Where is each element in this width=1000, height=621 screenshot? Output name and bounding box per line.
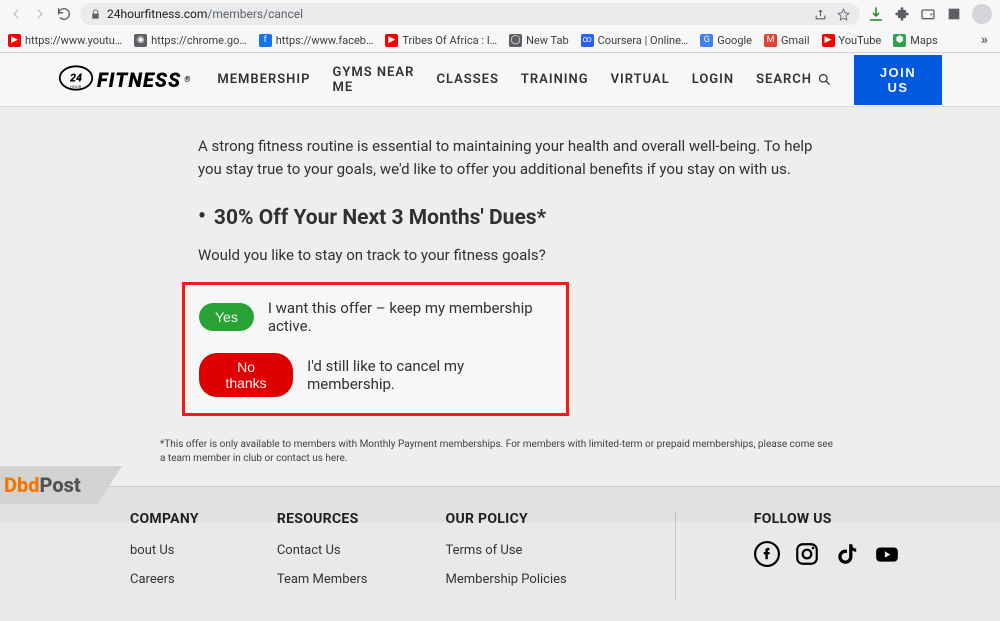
choice-row-no: No thanks I'd still like to cancel my me… xyxy=(199,353,552,397)
yes-button[interactable]: Yes xyxy=(199,303,254,331)
bookmark-item[interactable]: ∞ Coursera | Online… xyxy=(581,34,689,47)
offer-heading: •30% Off Your Next 3 Months' Dues* xyxy=(198,206,838,230)
svg-text:HOUR: HOUR xyxy=(70,84,82,88)
bookmark-favicon: ⬢ xyxy=(893,34,906,47)
bookmark-item[interactable]: ▶ YouTube xyxy=(822,34,882,47)
wallet-icon[interactable] xyxy=(920,6,936,22)
star-icon[interactable] xyxy=(837,8,850,21)
choice-box: Yes I want this offer – keep my membersh… xyxy=(182,282,569,416)
nav-search[interactable]: SEARCH xyxy=(756,72,832,87)
footer-link-terms[interactable]: Terms of Use xyxy=(446,543,567,558)
bookmark-label: YouTube xyxy=(839,34,882,47)
share-icon[interactable] xyxy=(814,8,827,21)
url-text: 24hourfitness.com/members/cancel xyxy=(107,7,303,21)
bookmark-label: Google xyxy=(717,34,752,47)
nav-login[interactable]: LOGIN xyxy=(692,72,734,87)
site-header: 24HOUR FITNESS® MEMBERSHIP GYMS NEAR ME … xyxy=(0,53,1000,107)
footer-link-team-members[interactable]: Team Members xyxy=(277,572,368,587)
site-logo[interactable]: 24HOUR FITNESS® xyxy=(58,64,191,96)
browser-chrome: 24hourfitness.com/members/cancel ▶ https:… xyxy=(0,0,1000,53)
footer-heading-resources: RESOURCES xyxy=(277,511,368,527)
tiktok-icon[interactable] xyxy=(834,541,860,567)
yes-description: I want this offer – keep my membership a… xyxy=(268,299,552,335)
reload-icon[interactable] xyxy=(56,6,72,22)
bookmark-favicon: ▶ xyxy=(8,34,21,47)
footer-link-membership-policies[interactable]: Membership Policies xyxy=(446,572,567,587)
svg-text:24: 24 xyxy=(69,71,82,84)
bookmark-label: Coursera | Online… xyxy=(598,34,689,47)
instagram-icon[interactable] xyxy=(794,541,820,567)
bookmarks-bar: ▶ https://www.youtu… ◉ https://chrome.go… fh… xyxy=(0,28,1000,52)
browser-toolbar: 24hourfitness.com/members/cancel xyxy=(0,0,1000,28)
bookmark-label: https://chrome.go… xyxy=(151,34,247,47)
download-icon[interactable] xyxy=(868,6,884,22)
nav-virtual[interactable]: VIRTUAL xyxy=(611,72,670,87)
bookmark-item[interactable]: ▶ Tribes Of Africa : I… xyxy=(385,34,497,47)
page-content: A strong fitness routine is essential to… xyxy=(0,107,1000,466)
nav-gyms-near-me[interactable]: GYMS NEAR ME xyxy=(332,65,414,95)
choice-row-yes: Yes I want this offer – keep my membersh… xyxy=(199,299,552,335)
social-icons xyxy=(754,541,900,567)
bookmark-favicon: ◉ xyxy=(134,34,147,47)
extensions-icon[interactable] xyxy=(894,6,910,22)
bookmark-favicon: ▶ xyxy=(385,34,398,47)
footer-col-follow: FOLLOW US xyxy=(754,511,900,601)
footer-col-company: COMPANY bout Us Careers xyxy=(130,511,199,601)
bookmark-item[interactable]: ⬢ Maps xyxy=(893,34,937,47)
disclaimer-text: *This offer is only available to members… xyxy=(160,438,840,466)
site-footer: COMPANY bout Us Careers RESOURCES Contac… xyxy=(0,486,1000,621)
address-bar[interactable]: 24hourfitness.com/members/cancel xyxy=(80,3,860,25)
bookmark-label: Tribes Of Africa : I… xyxy=(402,34,497,47)
bookmark-label: Gmail xyxy=(781,34,809,47)
youtube-icon[interactable] xyxy=(874,541,900,567)
logo-badge-icon: 24HOUR xyxy=(58,64,94,96)
facebook-icon[interactable] xyxy=(754,541,780,567)
bookmark-favicon: ▶ xyxy=(822,34,835,47)
intro-text: A strong fitness routine is essential to… xyxy=(198,135,838,182)
incognito-icon[interactable] xyxy=(946,6,962,22)
bookmark-label: https://www.youtu… xyxy=(25,34,122,47)
footer-col-resources: RESOURCES Contact Us Team Members xyxy=(277,511,368,601)
footer-link-contact-us[interactable]: Contact Us xyxy=(277,543,368,558)
prompt-text: Would you like to stay on track to your … xyxy=(198,246,838,264)
bookmark-item[interactable]: ◉ https://chrome.go… xyxy=(134,34,247,47)
forward-icon[interactable] xyxy=(32,6,48,22)
bookmarks-overflow[interactable]: » xyxy=(977,32,992,48)
bookmark-label: New Tab xyxy=(526,34,569,47)
bookmark-favicon: M xyxy=(764,34,777,47)
bookmark-label: Maps xyxy=(910,34,937,47)
no-description: I'd still like to cancel my membership. xyxy=(307,357,552,393)
toolbar-right-icons xyxy=(868,4,992,24)
footer-heading-follow: FOLLOW US xyxy=(754,511,900,527)
bookmark-label: https://www.faceb… xyxy=(276,34,374,47)
lock-icon xyxy=(90,9,101,20)
logo-text: FITNESS xyxy=(97,68,181,92)
footer-link-careers[interactable]: Careers xyxy=(130,572,199,587)
bookmark-favicon: ◯ xyxy=(509,34,522,47)
back-icon[interactable] xyxy=(8,6,24,22)
bookmark-item[interactable]: ◯ New Tab xyxy=(509,34,569,47)
bullet-icon: • xyxy=(198,206,206,228)
bookmark-item[interactable]: M Gmail xyxy=(764,34,809,47)
bookmark-favicon: f xyxy=(259,34,272,47)
search-icon xyxy=(817,72,832,87)
footer-link-about-us[interactable]: bout Us xyxy=(130,543,199,558)
nav-membership[interactable]: MEMBERSHIP xyxy=(217,72,310,87)
nav-training[interactable]: TRAINING xyxy=(521,72,589,87)
bookmark-favicon: G xyxy=(700,34,713,47)
bookmark-item[interactable]: G Google xyxy=(700,34,752,47)
bookmark-item[interactable]: ▶ https://www.youtu… xyxy=(8,34,122,47)
profile-avatar[interactable] xyxy=(972,4,992,24)
bookmark-favicon: ∞ xyxy=(581,34,594,47)
no-thanks-button[interactable]: No thanks xyxy=(199,353,293,397)
nav-classes[interactable]: CLASSES xyxy=(436,72,498,87)
footer-heading-policy: OUR POLICY xyxy=(446,511,567,527)
footer-heading-company: COMPANY xyxy=(130,511,199,527)
join-us-button[interactable]: JOIN US xyxy=(854,55,942,105)
bookmark-item[interactable]: f https://www.faceb… xyxy=(259,34,374,47)
main-nav: MEMBERSHIP GYMS NEAR ME CLASSES TRAINING… xyxy=(217,55,942,105)
footer-col-policy: OUR POLICY Terms of Use Membership Polic… xyxy=(446,511,567,601)
footer-divider xyxy=(675,511,676,601)
